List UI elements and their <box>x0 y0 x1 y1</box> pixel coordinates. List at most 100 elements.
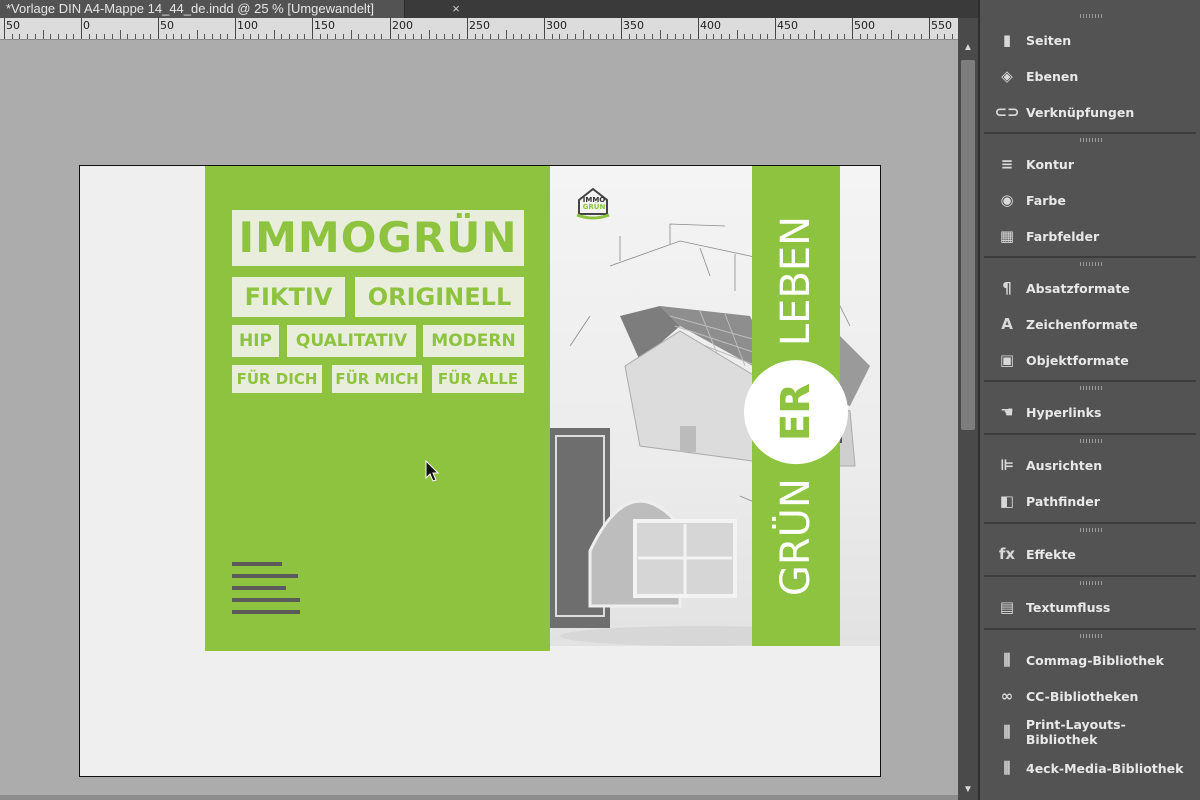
panel-item-ausrichten[interactable]: ⊫ Ausrichten <box>984 448 1196 482</box>
ruler-minor-tick <box>652 34 653 39</box>
vertical-scrollbar[interactable]: ▲ ▼ <box>958 18 978 800</box>
tag-word[interactable]: FÜR ALLE <box>432 365 524 393</box>
ruler-minor-tick <box>297 34 298 39</box>
panel-item-label: Zeichenformate <box>1026 316 1138 332</box>
ruler-minor-tick <box>250 34 251 39</box>
document-tab-bar: *Vorlage DIN A4-Mappe 14_44_de.indd @ 25… <box>0 0 978 18</box>
panel-item-effekte[interactable]: fx Effekte <box>984 537 1196 571</box>
green-cover-panel[interactable]: IMMOGRÜN FIKTIV ORIGINELL HIP QUALITATIV… <box>205 166 550 651</box>
panel-group-grip[interactable] <box>1080 634 1104 638</box>
panel-item-kontur[interactable]: ≡ Kontur <box>984 147 1196 181</box>
ruler-major-tick <box>929 18 930 39</box>
tag-word[interactable]: HIP <box>232 325 279 357</box>
brand-headline[interactable]: IMMOGRÜN <box>232 210 524 266</box>
pasteboard[interactable]: IMMOGRÜN FIKTIV ORIGINELL HIP QUALITATIV… <box>0 40 958 795</box>
ruler-minor-tick <box>343 34 344 39</box>
tag-word[interactable]: FÜR MICH <box>332 365 422 393</box>
ruler-minor-tick <box>667 34 668 39</box>
tag-word[interactable]: MODERN <box>423 325 524 357</box>
ruler-minor-tick <box>304 34 305 39</box>
tag-word[interactable]: FÜR DICH <box>232 365 322 393</box>
object-styles-icon: ▣ <box>999 351 1015 369</box>
panel-group-grip[interactable] <box>1080 386 1104 390</box>
character-styles-icon: A <box>1001 315 1013 333</box>
panel-item-label: Objektformate <box>1026 352 1129 368</box>
layers-icon: ◈ <box>1001 67 1013 85</box>
panel-item-hyperlinks[interactable]: ☚ Hyperlinks <box>984 395 1196 429</box>
panel-item-label: Commag-Bibliothek <box>1026 652 1164 668</box>
panel-item-label: Absatzformate <box>1026 280 1130 296</box>
panel-item-label: Verknüpfungen <box>1026 104 1135 120</box>
tag-word[interactable]: QUALITATIV <box>287 325 416 357</box>
panel-item-zeichenformate[interactable]: A Zeichenformate <box>984 307 1196 341</box>
panel-item-commag-bibliothek[interactable]: ⫼ Commag-Bibliothek <box>984 643 1196 677</box>
ruler-minor-tick <box>351 30 352 39</box>
panel-item-farbfelder[interactable]: ▦ Farbfelder <box>984 219 1196 253</box>
tag-word[interactable]: ORIGINELL <box>355 277 524 317</box>
paragraph-styles-icon: ¶ <box>1002 279 1012 297</box>
ruler-minor-tick <box>266 34 267 39</box>
panel-divider <box>984 132 1196 134</box>
panel-item-objektformate[interactable]: ▣ Objektformate <box>984 343 1196 377</box>
panel-divider <box>984 628 1196 630</box>
ruler-minor-tick <box>790 34 791 39</box>
ruler-minor-tick <box>536 34 537 39</box>
ruler-minor-tick <box>327 34 328 39</box>
ruler-minor-tick <box>606 34 607 39</box>
panel-item-farbe[interactable]: ◉ Farbe <box>984 183 1196 217</box>
horizontal-ruler[interactable]: 50 0 50 100 150 200 250 300 350 400 450 500 550 <box>0 18 958 40</box>
scroll-thumb[interactable] <box>961 60 975 430</box>
ruler-minor-tick <box>798 34 799 39</box>
panel-dock: ▮ Seiten ◈ Ebenen ⊂⊃ Verknüpfungen ≡ Kontur ◉ Far… <box>978 0 1200 800</box>
swatches-icon: ▦ <box>999 227 1015 245</box>
text-wrap-icon: ▤ <box>999 598 1015 616</box>
ruler-minor-tick <box>227 34 228 39</box>
document-tab[interactable]: *Vorlage DIN A4-Mappe 14_44_de.indd @ 25… <box>0 0 460 18</box>
panel-item-seiten[interactable]: ▮ Seiten <box>984 23 1196 57</box>
ruler-minor-tick <box>490 34 491 39</box>
panel-item-ebenen[interactable]: ◈ Ebenen <box>984 59 1196 93</box>
panel-item-4eck-media-bibliothek[interactable]: ⫼ 4eck-Media-Bibliothek <box>984 751 1196 785</box>
tag-word[interactable]: FIKTIV <box>232 277 345 317</box>
ruler-minor-tick <box>937 34 938 39</box>
horizontal-scrollbar[interactable] <box>0 795 958 800</box>
document-page[interactable]: IMMOGRÜN FIKTIV ORIGINELL HIP QUALITATIV… <box>79 165 881 777</box>
panel-item-verknüpfungen[interactable]: ⊂⊃ Verknüpfungen <box>984 95 1196 129</box>
panel-group-grip[interactable] <box>1080 138 1104 142</box>
indesign-window: *Vorlage DIN A4-Mappe 14_44_de.indd @ 25… <box>0 0 1200 800</box>
panel-item-label: Print-Layouts-Bibliothek <box>1025 717 1126 747</box>
panel-item-label: Hyperlinks <box>1026 404 1102 420</box>
ruler-minor-tick <box>837 34 838 39</box>
panel-group-grip[interactable] <box>1080 528 1104 532</box>
ruler-minor-tick <box>243 34 244 39</box>
ruler-minor-tick <box>552 34 553 39</box>
scroll-up-arrow-icon[interactable]: ▲ <box>958 38 978 58</box>
panel-item-textumfluss[interactable]: ▤ Textumfluss <box>984 590 1196 624</box>
ruler-minor-tick <box>181 34 182 39</box>
hyperlinks-icon: ☚ <box>1000 403 1014 421</box>
panel-group-grip[interactable] <box>1080 581 1104 585</box>
ruler-minor-tick <box>583 30 584 39</box>
ruler-minor-tick <box>921 34 922 39</box>
green-vertical-band[interactable]: GRÜN ER LEBEN <box>744 166 848 646</box>
ruler-minor-tick <box>690 34 691 39</box>
panel-group-grip[interactable] <box>1080 262 1104 266</box>
ruler-label: 150 <box>314 19 335 32</box>
ruler-minor-tick <box>844 34 845 39</box>
panel-item-print-layouts-bibliothek[interactable]: ⫼ Print-Layouts-Bibliothek <box>984 715 1196 749</box>
ruler-minor-tick <box>498 34 499 39</box>
ruler-minor-tick <box>127 34 128 39</box>
panel-item-cc-bibliotheken[interactable]: ∞ CC-Bibliotheken <box>984 679 1196 713</box>
panel-group-grip[interactable] <box>1080 439 1104 443</box>
panel-item-absatzformate[interactable]: ¶ Absatzformate <box>984 271 1196 305</box>
panel-divider <box>984 522 1196 524</box>
panel-group-grip[interactable] <box>1080 14 1104 18</box>
ruler-minor-tick <box>73 34 74 39</box>
ruler-minor-tick <box>66 34 67 39</box>
close-tab-icon[interactable]: × <box>449 0 463 18</box>
ruler-minor-tick <box>50 34 51 39</box>
vertical-slogan: GRÜN ER LEBEN <box>744 216 848 596</box>
scroll-down-arrow-icon[interactable]: ▼ <box>958 780 978 800</box>
panel-item-pathfinder[interactable]: ◧ Pathfinder <box>984 484 1196 518</box>
ruler-minor-tick <box>459 34 460 39</box>
